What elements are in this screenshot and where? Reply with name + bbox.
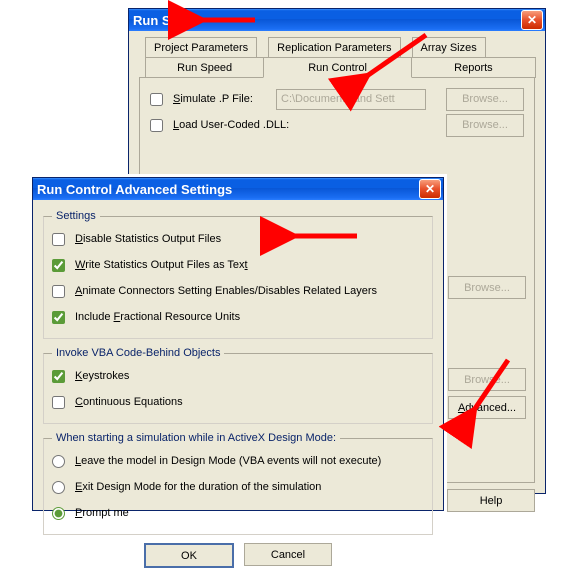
tab-project-parameters[interactable]: Project Parameters [145,37,257,58]
animate-connectors-label: Animate Connectors Setting Enables/Disab… [75,285,377,297]
simulate-p-row: Simulate .P File: C:\Documents and Sett … [150,86,524,112]
close-icon[interactable]: ✕ [521,10,543,30]
advanced-titlebar: Run Control Advanced Settings ✕ [33,178,443,200]
include-fractional-label: Include Fractional Resource Units [75,311,240,323]
animate-connectors-checkbox[interactable] [52,285,65,298]
load-dll-label: Load User-Coded .DLL: [173,119,289,131]
advanced-button[interactable]: Advanced... [448,396,526,419]
starting-legend: When starting a simulation while in Acti… [52,432,340,444]
leave-design-label: Leave the model in Design Mode (VBA even… [75,455,381,467]
close-icon[interactable]: ✕ [419,179,441,199]
simulate-p-checkbox[interactable] [150,93,163,106]
tab-run-speed[interactable]: Run Speed [145,57,264,78]
leave-design-radio[interactable] [52,455,65,468]
exit-design-radio[interactable] [52,481,65,494]
tab-array-sizes[interactable]: Array Sizes [412,37,486,58]
exit-design-label: Exit Design Mode for the duration of the… [75,481,321,493]
invoke-vba-legend: Invoke VBA Code-Behind Objects [52,347,224,359]
browse-button-4[interactable]: Browse... [448,368,526,391]
load-dll-checkbox[interactable] [150,119,163,132]
write-stats-text-checkbox[interactable] [52,259,65,272]
advanced-body: Settings Disable Statistics Output Files… [33,200,443,578]
disable-stats-label: Disable Statistics Output Files [75,233,221,245]
browse-button-3[interactable]: Browse... [448,276,526,299]
prompt-me-radio[interactable] [52,507,65,520]
ok-button[interactable]: OK [144,543,234,568]
continuous-checkbox[interactable] [52,396,65,409]
invoke-vba-group: Invoke VBA Code-Behind Objects Keystroke… [43,347,433,424]
browse-button-2[interactable]: Browse... [446,114,524,137]
advanced-title: Run Control Advanced Settings [37,182,419,197]
tab-strip: Project Parameters Replication Parameter… [145,37,535,77]
keystrokes-label: Keystrokes [75,370,129,382]
disable-stats-checkbox[interactable] [52,233,65,246]
settings-legend: Settings [52,210,100,222]
starting-group: When starting a simulation while in Acti… [43,432,433,535]
write-stats-text-label: Write Statistics Output Files as Text [75,259,248,271]
include-fractional-checkbox[interactable] [52,311,65,324]
settings-group: Settings Disable Statistics Output Files… [43,210,433,339]
load-dll-row: Load User-Coded .DLL: Browse... [150,112,524,138]
tab-run-control[interactable]: Run Control [263,57,412,78]
simulate-p-path: C:\Documents and Sett [276,89,426,110]
tab-replication-parameters[interactable]: Replication Parameters [268,37,400,58]
advanced-settings-window: Run Control Advanced Settings ✕ Settings… [32,177,444,511]
prompt-me-label: Prompt me [75,507,129,519]
simulate-p-label: Simulate .P File: [173,93,253,105]
run-setup-title: Run Setup [133,13,521,28]
continuous-label: Continuous Equations [75,396,183,408]
cancel-button[interactable]: Cancel [244,543,332,566]
tab-reports[interactable]: Reports [411,57,536,78]
run-setup-titlebar: Run Setup ✕ [129,9,545,31]
keystrokes-checkbox[interactable] [52,370,65,383]
browse-button-1[interactable]: Browse... [446,88,524,111]
help-button[interactable]: Help [447,489,535,512]
